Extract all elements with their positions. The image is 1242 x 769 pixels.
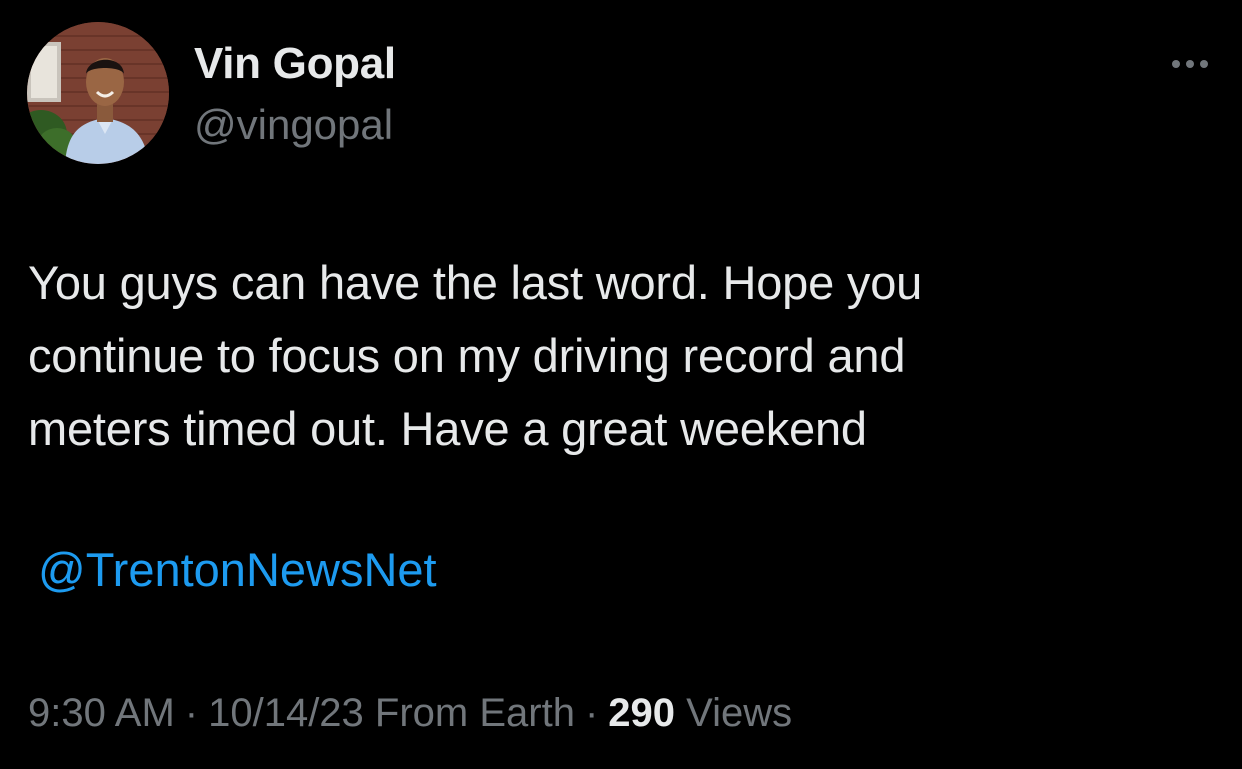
tweet-text-line: You guys can have the last word. Hope yo… — [28, 256, 923, 309]
more-options-button[interactable] — [1162, 46, 1218, 82]
tweet-text: You guys can have the last word. Hope yo… — [28, 246, 1218, 465]
separator: · — [184, 691, 199, 735]
user-handle[interactable]: @vingopal — [194, 100, 393, 150]
views-count: 290 — [608, 691, 676, 735]
more-horizontal-icon — [1186, 60, 1194, 68]
tweet-text-line: continue to focus on my driving record a… — [28, 329, 906, 382]
avatar[interactable] — [27, 22, 169, 164]
more-horizontal-icon — [1172, 60, 1180, 68]
tweet-time[interactable]: 9:30 AM — [28, 691, 175, 735]
more-horizontal-icon — [1200, 60, 1208, 68]
separator: · — [584, 691, 599, 735]
profile-photo-icon — [27, 22, 169, 164]
views-label: Views — [686, 691, 793, 735]
tweet-date[interactable]: 10/14/23 — [208, 691, 364, 735]
tweet-text-line: meters timed out. Have a great weekend — [28, 402, 867, 455]
tweet-source: From Earth — [374, 691, 575, 735]
tweet-metadata: 9:30 AM · 10/14/23 From Earth · 290 Views — [28, 683, 792, 743]
display-name[interactable]: Vin Gopal — [194, 38, 396, 90]
mention-link[interactable]: @TrentonNewsNet — [38, 538, 437, 602]
tweet-card: Vin Gopal @vingopal You guys can have th… — [0, 0, 1242, 769]
